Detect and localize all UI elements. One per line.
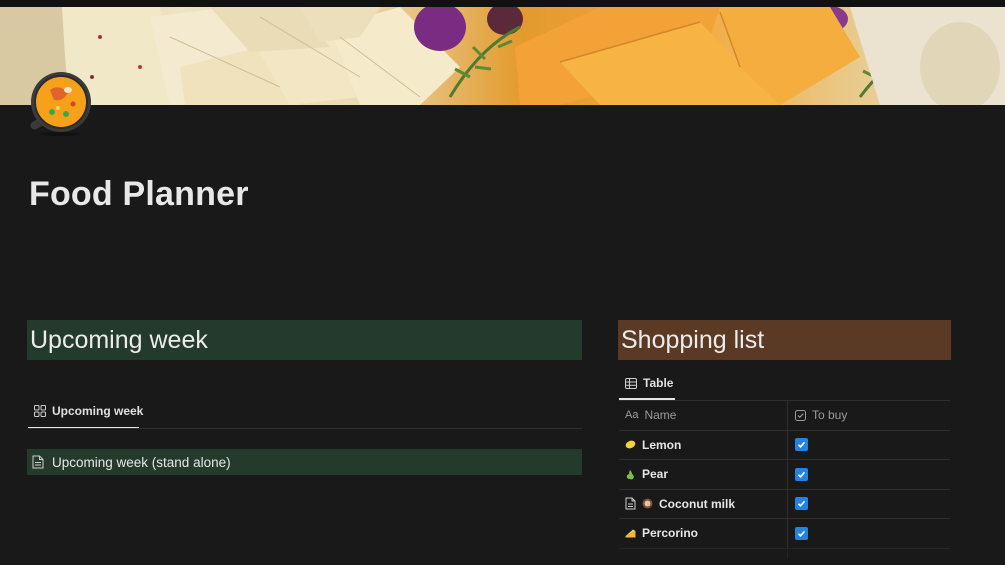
upcoming-week-heading[interactable]: Upcoming week [27, 320, 582, 360]
row-to-buy-cell [788, 460, 950, 489]
row-name: Pear [642, 467, 669, 482]
lemon-icon [625, 440, 636, 449]
row-name: Percorino [642, 526, 699, 541]
row-name-cell[interactable]: Pear [619, 460, 788, 489]
gallery-grid-icon [34, 405, 46, 417]
table-icon [625, 377, 637, 389]
table-row[interactable]: Coconut milk [619, 488, 950, 519]
coconut-icon [642, 498, 653, 509]
shopping-list-heading[interactable]: Shopping list [618, 320, 951, 360]
row-name-cell[interactable]: Percorino [619, 519, 788, 548]
table-row[interactable]: Lemon [619, 429, 950, 460]
row-to-buy-cell [788, 431, 950, 460]
checkbox-property-icon [795, 409, 806, 421]
row-name: Coconut milk [659, 496, 736, 511]
linked-page-label: Upcoming week (stand alone) [52, 454, 231, 470]
to-buy-checkbox[interactable] [795, 497, 808, 511]
row-to-buy-cell [788, 549, 950, 558]
upcoming-week-standalone-link[interactable]: Upcoming week (stand alone) [27, 449, 582, 475]
table-tab-label: Table [643, 376, 674, 390]
to-buy-checkbox[interactable] [795, 526, 808, 540]
row-to-buy-cell [788, 490, 950, 519]
cheese-board-illustration [0, 7, 1005, 105]
page-title[interactable]: Food Planner [29, 175, 249, 214]
table-row-partial [619, 547, 950, 558]
row-name-cell[interactable]: Lemon [619, 430, 788, 459]
pan-of-food-icon[interactable] [28, 68, 92, 136]
text-property-icon: Aa [625, 409, 639, 422]
pear-icon [626, 469, 634, 480]
cover-image[interactable] [0, 7, 1005, 105]
table-header-row: Aa Name To buy [619, 400, 950, 430]
window-top-bar [0, 0, 1005, 7]
upcoming-week-view-tab[interactable]: Upcoming week [34, 404, 143, 418]
to-buy-column-header[interactable]: To buy [788, 401, 950, 430]
row-name: Lemon [642, 437, 682, 452]
view-tab-label: Upcoming week [52, 404, 144, 418]
to-buy-checkbox[interactable] [795, 467, 808, 481]
row-name-cell[interactable]: Coconut milk [619, 489, 788, 518]
to-buy-checkbox[interactable] [795, 438, 808, 452]
table-row[interactable]: Pear [619, 459, 950, 489]
name-column-header[interactable]: Aa Name [619, 401, 788, 430]
cheese-icon [625, 529, 636, 538]
view-divider [28, 428, 582, 429]
name-column-label: Name [644, 408, 677, 423]
table-row[interactable]: Percorino [619, 518, 950, 548]
row-name-cell [619, 548, 788, 558]
to-buy-column-label: To buy [812, 408, 848, 423]
page-document-icon [625, 497, 636, 510]
row-to-buy-cell [788, 519, 950, 548]
shopping-list-table: Aa Name To buy Lemon Pear Coconut milk P… [619, 400, 950, 558]
page-document-icon [32, 455, 44, 469]
table-view-tab[interactable]: Table [625, 376, 673, 390]
